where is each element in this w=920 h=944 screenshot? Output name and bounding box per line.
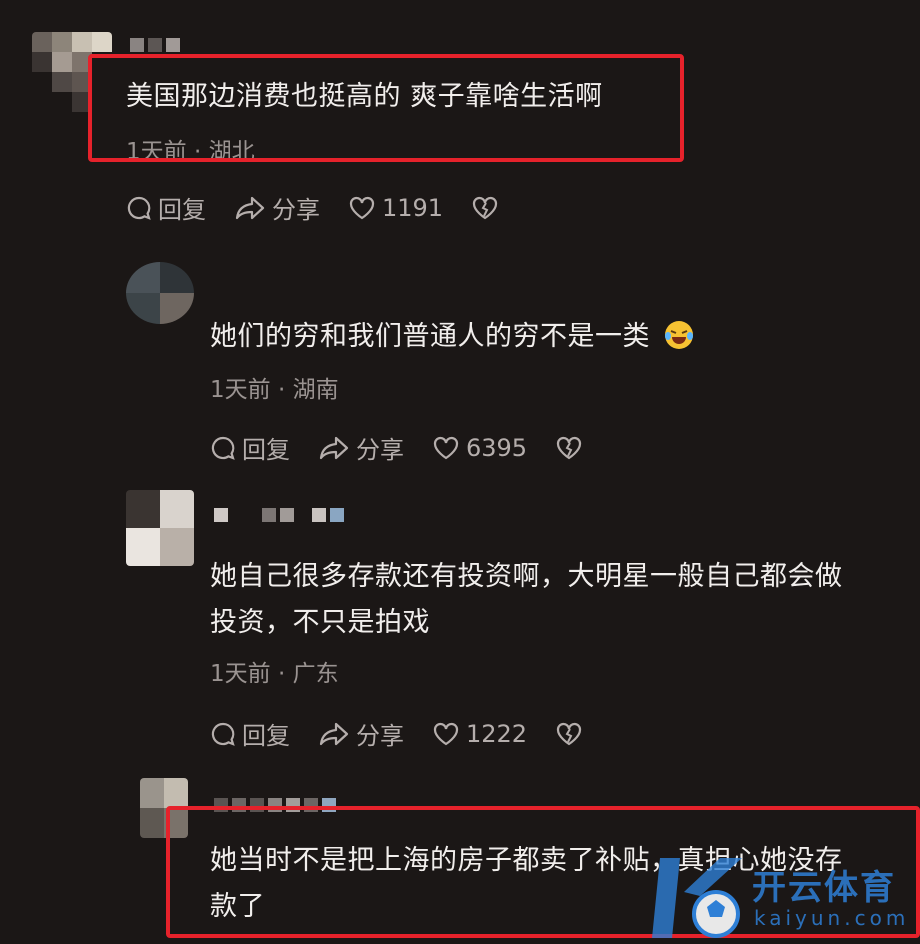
dislike-button[interactable] — [471, 195, 505, 221]
watermark: 开云体育 kaiyun.com — [650, 852, 920, 944]
like-count: 1222 — [466, 719, 528, 748]
reply-button[interactable]: 回复 — [210, 716, 290, 751]
share-arrow-icon — [319, 722, 349, 745]
username-pixelated[interactable] — [214, 798, 340, 812]
broken-heart-icon — [556, 436, 582, 459]
kaiyun-logo-icon — [652, 858, 742, 938]
comment-text-line: 她自己很多存款还有投资啊，大明星一般自己都会做 — [210, 561, 843, 592]
share-arrow-icon — [319, 436, 349, 459]
heart-icon — [433, 436, 459, 459]
dislike-button[interactable] — [555, 435, 589, 461]
comment-meta: 1天前 · 湖南 — [210, 370, 339, 404]
comment-text-line: 投资，不只是拍戏 — [210, 607, 430, 638]
watermark-url: kaiyun.com — [754, 906, 910, 930]
comment-actions: 回复 分享 1222 — [210, 716, 589, 751]
comment-actions: 回复 分享 6395 — [210, 430, 589, 465]
comment-text: 她自己很多存款还有投资啊，大明星一般自己都会做 投资，不只是拍戏 — [210, 554, 843, 646]
reply-label: 回复 — [158, 196, 206, 224]
comment-time: 1天前 — [126, 139, 187, 165]
share-label: 分享 — [272, 196, 320, 224]
avatar[interactable] — [126, 262, 194, 324]
comment-time: 1天前 — [210, 661, 271, 687]
comment-text-content: 她们的穷和我们普通人的穷不是一类 — [210, 321, 650, 352]
heart-icon — [349, 196, 375, 219]
share-arrow-icon — [235, 196, 265, 219]
avatar[interactable] — [32, 32, 112, 112]
dislike-button[interactable] — [555, 721, 589, 747]
broken-heart-icon — [472, 196, 498, 219]
meta-separator: · — [186, 139, 209, 165]
watermark-brand: 开云体育 — [752, 868, 896, 908]
like-count: 1191 — [382, 193, 444, 222]
comment-time: 1天前 — [210, 377, 271, 403]
comment-location: 湖南 — [292, 377, 339, 403]
share-button[interactable]: 分享 — [318, 430, 404, 465]
share-label: 分享 — [356, 436, 404, 464]
comment-location: 湖北 — [208, 139, 255, 165]
laughing-crying-emoji-icon — [665, 321, 694, 349]
comment-actions: 回复 分享 1191 — [126, 190, 505, 225]
comment-bubble-icon — [211, 722, 235, 746]
avatar[interactable] — [140, 778, 188, 838]
avatar[interactable] — [126, 490, 194, 566]
comment-meta: 1天前 · 湖北 — [126, 132, 255, 166]
like-button[interactable]: 1222 — [432, 720, 527, 748]
reply-label: 回复 — [242, 436, 290, 464]
comment-bubble-icon — [127, 196, 151, 220]
reply-button[interactable]: 回复 — [210, 430, 290, 465]
comment-text: 她们的穷和我们普通人的穷不是一类 — [210, 314, 695, 360]
like-button[interactable]: 1191 — [348, 194, 443, 222]
comment-meta: 1天前 · 广东 — [210, 654, 339, 688]
reply-button[interactable]: 回复 — [126, 190, 206, 225]
comment-bubble-icon — [211, 436, 235, 460]
comment-location: 广东 — [292, 661, 339, 687]
comment-text: 美国那边消费也挺高的 爽子靠啥生活啊 — [126, 81, 603, 112]
meta-separator: · — [270, 377, 293, 403]
share-button[interactable]: 分享 — [318, 716, 404, 751]
broken-heart-icon — [556, 722, 582, 745]
username-pixelated[interactable] — [130, 38, 184, 52]
like-button[interactable]: 6395 — [432, 434, 527, 462]
comment-feed: 美国那边消费也挺高的 爽子靠啥生活啊 1天前 · 湖北 回复 分享 1191 她… — [0, 0, 920, 944]
share-button[interactable]: 分享 — [234, 190, 320, 225]
username-pixelated[interactable] — [214, 508, 348, 522]
reply-label: 回复 — [242, 722, 290, 750]
share-label: 分享 — [356, 722, 404, 750]
meta-separator: · — [270, 661, 293, 687]
heart-icon — [433, 722, 459, 745]
like-count: 6395 — [466, 433, 528, 462]
